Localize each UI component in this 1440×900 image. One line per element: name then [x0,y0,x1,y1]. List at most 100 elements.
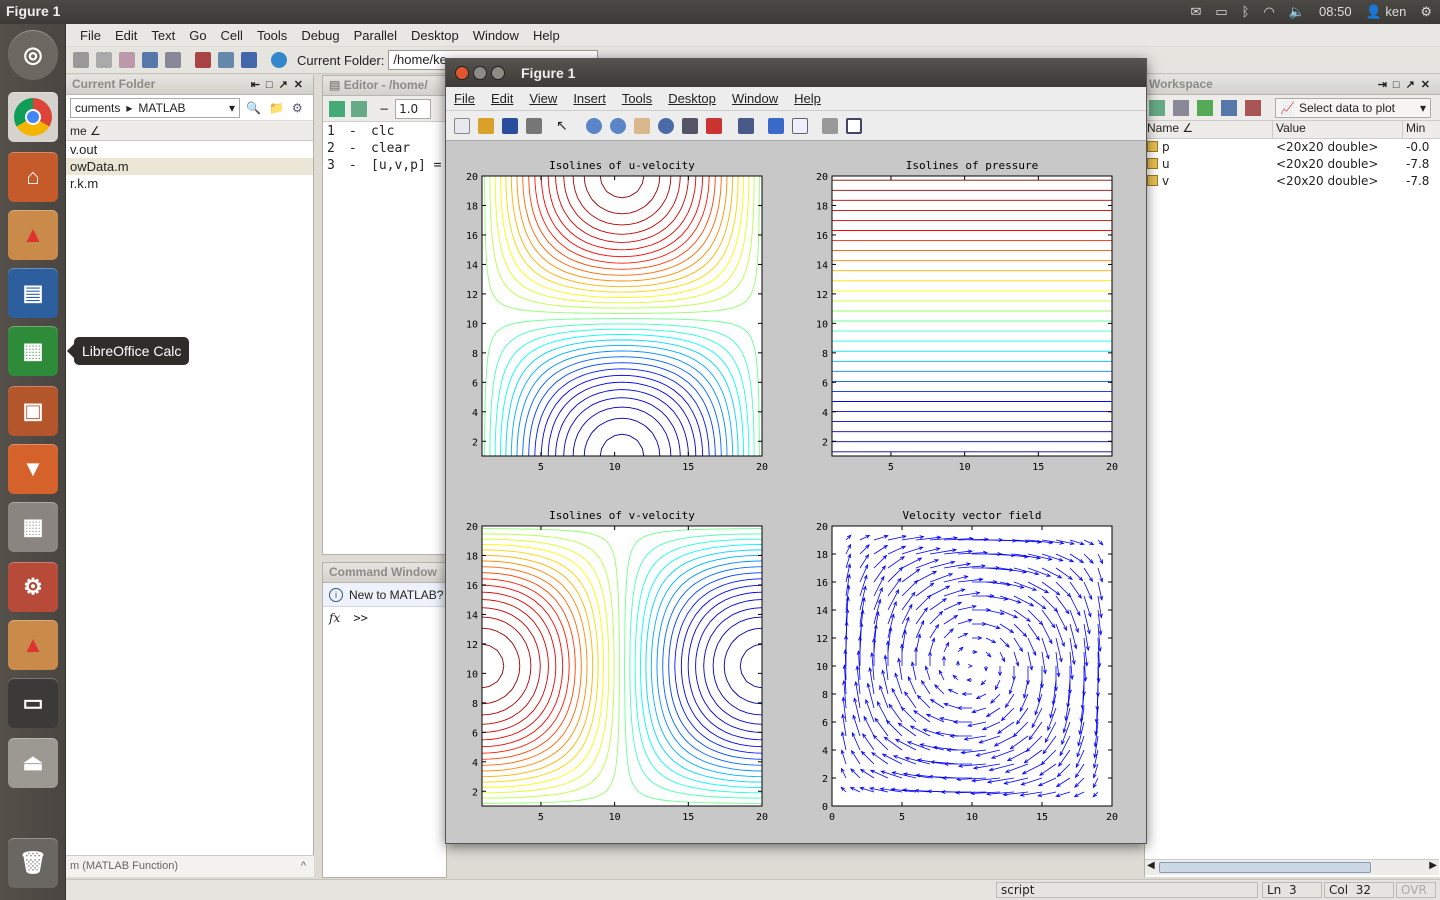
maximize-icon[interactable] [491,66,505,80]
variable-name[interactable]: u [1145,156,1273,173]
command-prompt[interactable]: fx >> [323,607,446,629]
launcher-impress[interactable]: ▣ [8,386,58,436]
cell-icon[interactable] [351,100,367,117]
system-tray[interactable]: ✉ ▭ ᛒ ◠ 🔈 08:50 👤 ken ⚙ [1190,4,1432,20]
horizontal-scrollbar[interactable]: ◀ ▶ [1145,859,1439,875]
chevron-down-icon[interactable]: ▾ [1420,101,1426,115]
scroll-right-icon[interactable]: ▶ [1429,860,1437,871]
chevron-down-icon[interactable]: ▾ [229,101,235,115]
code-line[interactable]: 3 - [u,v,p] = [323,158,446,175]
axes-background[interactable] [832,176,1112,456]
hide-plot-tools-icon[interactable] [822,117,838,134]
figure-canvas[interactable]: Isolines of u-velocity5 10 15 2024681012141… [446,141,1146,841]
launcher-matlab-2[interactable]: ▲ [8,620,58,670]
menu-window[interactable]: Window [473,28,519,43]
menu-help[interactable]: Help [533,28,560,43]
wifi-icon[interactable]: ◠ [1263,4,1274,20]
launcher-writer[interactable]: ▤ [8,268,58,318]
menu-parallel[interactable]: Parallel [354,28,397,43]
help-icon[interactable] [271,52,287,68]
volume-icon[interactable]: 🔈 [1289,4,1305,20]
copy-icon[interactable] [96,52,112,68]
launcher-system-settings[interactable]: ⚙ [8,562,58,612]
figure-menu-insert[interactable]: Insert [573,91,606,106]
show-plot-tools-icon[interactable] [846,117,862,134]
column-name[interactable]: Name ∠ [1145,121,1273,138]
workspace-row[interactable]: p <20x20 double> -0.0 [1145,139,1440,156]
file-details-bar[interactable]: m (MATLAB Function) ^ [66,855,314,877]
launcher-usb-drive[interactable]: ⏏ [8,738,58,788]
file-item[interactable]: v.out [66,141,313,158]
redo-icon[interactable] [165,52,181,68]
open-file-icon[interactable] [478,117,494,134]
save-workspace-icon[interactable] [1221,99,1237,116]
paste-icon[interactable] [119,52,135,68]
print-icon[interactable] [526,117,542,134]
close-icon[interactable] [455,66,469,80]
launcher-workspace-switcher[interactable]: ▭ [8,678,58,728]
variable-name[interactable]: v [1145,173,1273,190]
new-folder-icon[interactable]: 📁 [269,101,284,115]
user-menu[interactable]: 👤 ken [1366,4,1407,20]
increment-field[interactable]: 1.0 [395,98,432,119]
import-data-icon[interactable] [1197,99,1213,116]
variable-name[interactable]: p [1145,139,1273,156]
breakpoint-marker[interactable]: - [341,124,371,141]
launcher-matlab[interactable]: ▲ [8,210,58,260]
figure-menu-tools[interactable]: Tools [622,91,652,106]
menu-desktop[interactable]: Desktop [411,28,459,43]
decrement-button[interactable]: − [379,102,389,116]
breakpoint-marker[interactable]: - [341,158,371,175]
figure-menu-desktop[interactable]: Desktop [668,91,716,106]
new-to-matlab-bar[interactable]: i New to MATLAB? [323,583,446,607]
search-icon[interactable]: 🔍 [246,101,261,115]
bluetooth-icon[interactable]: ᛒ [1242,4,1250,20]
undo-icon[interactable] [142,52,158,68]
menu-go[interactable]: Go [189,28,206,43]
panel-controls[interactable]: ⇤□↗✕ [251,76,309,95]
menu-cell[interactable]: Cell [221,28,243,43]
workspace-row[interactable]: v <20x20 double> -7.8 [1145,173,1440,190]
launcher-files[interactable]: ⌂ [8,152,58,202]
new-variable-icon[interactable] [1149,99,1165,116]
data-cursor-icon[interactable] [682,117,698,134]
brush-icon[interactable] [706,117,722,134]
link-plot-icon[interactable] [738,117,754,134]
cut-icon[interactable] [73,52,89,68]
gear-icon[interactable]: ⚙ [1420,4,1432,20]
launcher-calculator[interactable]: ▦ [8,502,58,552]
mail-icon[interactable]: ✉ [1190,4,1201,20]
column-min[interactable]: Min [1403,121,1439,138]
simulink-icon[interactable] [195,52,211,68]
rotate-3d-icon[interactable] [658,117,674,134]
fx-icon[interactable]: fx [329,611,340,625]
figure-titlebar[interactable]: Figure 1 [446,59,1146,87]
breadcrumb-path[interactable]: cuments ▸ MATLAB ▾ [70,97,240,118]
code-line[interactable]: 1 - clc [323,124,446,141]
workspace-row[interactable]: u <20x20 double> -7.8 [1145,156,1440,173]
figure-menu-help[interactable]: Help [794,91,821,106]
legend-icon[interactable] [792,117,808,134]
minimize-icon[interactable] [473,66,487,80]
clock[interactable]: 08:50 [1319,4,1352,20]
file-item[interactable]: r.k.m [66,175,313,192]
dash-home-button[interactable]: ◎ [8,30,58,80]
file-item[interactable]: owData.m [66,158,313,175]
guide-icon[interactable] [218,52,234,68]
menu-debug[interactable]: Debug [301,28,339,43]
insert-cell-icon[interactable] [329,100,345,117]
battery-icon[interactable]: ▭ [1215,4,1227,20]
code-area[interactable]: 1 - clc 2 - clear 3 - [u,v,p] = [323,122,446,175]
delete-variable-icon[interactable] [1245,99,1261,116]
pan-icon[interactable] [634,117,650,134]
colorbar-icon[interactable] [768,117,784,134]
zoom-in-icon[interactable] [586,117,602,134]
figure-menu-view[interactable]: View [529,91,557,106]
menu-file[interactable]: File [80,28,101,43]
menu-text[interactable]: Text [151,28,175,43]
menu-edit[interactable]: Edit [115,28,137,43]
chevron-up-icon[interactable]: ^ [301,856,306,876]
breakpoint-marker[interactable]: - [341,141,371,158]
file-list-header[interactable]: me ∠ [66,121,313,141]
launcher-software-center[interactable]: ▼ [8,444,58,494]
